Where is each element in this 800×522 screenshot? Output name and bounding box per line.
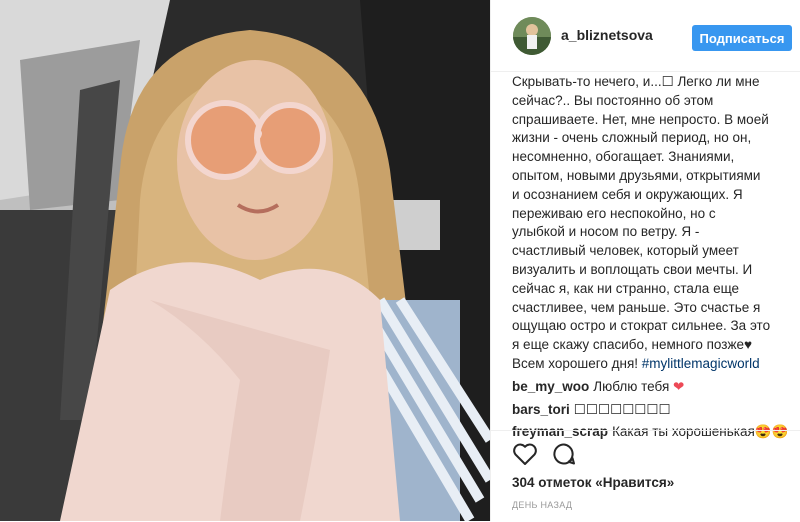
comment-item: be_my_woo Люблю тебя ❤ bbox=[512, 378, 794, 397]
comments-list: Скрывать-то нечего, и...☐ Легко ли мне с… bbox=[512, 73, 794, 442]
post-photo bbox=[0, 0, 490, 521]
comment-text: Люблю тебя bbox=[593, 378, 670, 394]
avatar[interactable] bbox=[513, 17, 551, 55]
caption-text: Скрывать-то нечего, и...☐ Легко ли мне с… bbox=[512, 74, 771, 371]
username[interactable]: a_bliznetsova bbox=[561, 27, 653, 43]
comment-user[interactable]: be_my_woo bbox=[512, 379, 589, 394]
post-actions: 304 отметок «Нравится» день назад bbox=[491, 430, 800, 522]
hashtag-link[interactable]: #mylittlemagicworld bbox=[642, 356, 760, 371]
caption: Скрывать-то нечего, и...☐ Легко ли мне с… bbox=[512, 73, 794, 374]
post-panel: a_bliznetsova Подписаться Скрывать-то не… bbox=[490, 0, 800, 521]
post-time[interactable]: день назад bbox=[512, 500, 572, 510]
comment-text: ☐☐☐☐☐☐☐☐ bbox=[573, 401, 671, 417]
follow-button[interactable]: Подписаться bbox=[692, 25, 792, 51]
speech-bubble-icon[interactable] bbox=[552, 442, 576, 466]
comment-emoji: ❤ bbox=[673, 378, 685, 394]
post-header: a_bliznetsova Подписаться bbox=[491, 0, 800, 72]
likes-count[interactable]: 304 отметок «Нравится» bbox=[512, 475, 674, 490]
comment-user[interactable]: bars_tori bbox=[512, 402, 570, 417]
heart-outline-icon[interactable] bbox=[512, 442, 538, 466]
comment-item: bars_tori ☐☐☐☐☐☐☐☐ bbox=[512, 401, 794, 420]
